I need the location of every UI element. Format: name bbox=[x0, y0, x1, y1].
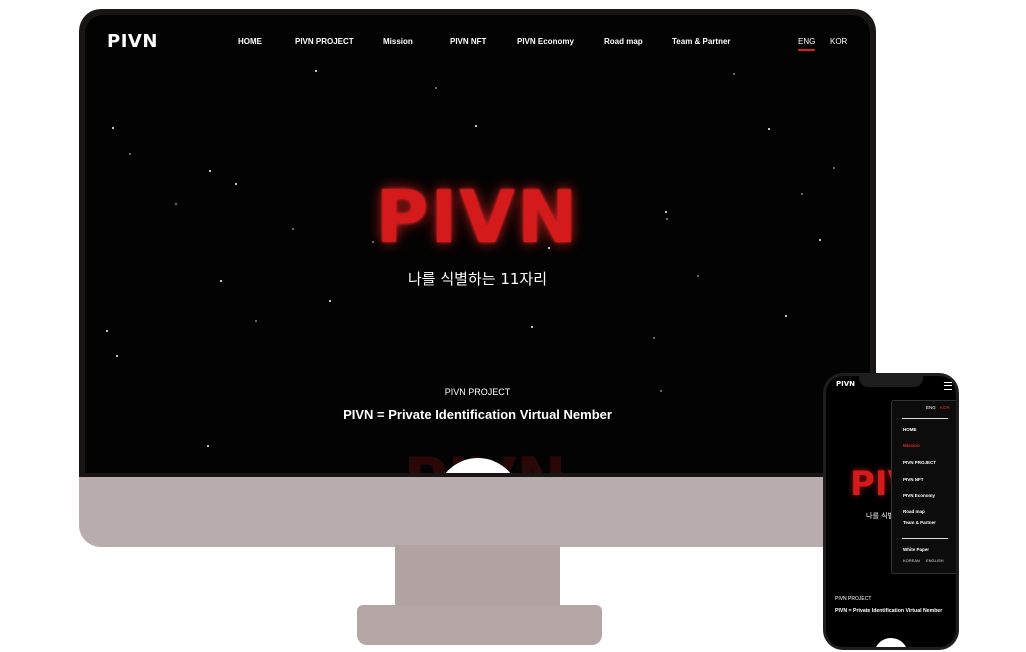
nav-item-team-partner[interactable]: Team & Partner bbox=[672, 37, 731, 46]
star bbox=[475, 125, 477, 127]
nav-item-pivn-project[interactable]: PIVN PROJECT bbox=[295, 37, 354, 46]
mobile-lang-eng[interactable]: ENG bbox=[926, 405, 936, 410]
star bbox=[315, 70, 317, 72]
star bbox=[733, 73, 735, 75]
desktop-monitor: PIVN HOME PIVN PROJECT Mission PIVN NFT … bbox=[79, 9, 876, 547]
mobile-menu-item-mission[interactable]: Mission bbox=[903, 443, 920, 448]
nav-item-home[interactable]: HOME bbox=[238, 37, 262, 46]
white-paper-label: White Paper bbox=[903, 547, 930, 552]
lang-eng[interactable]: ENG bbox=[798, 37, 816, 51]
star bbox=[531, 326, 533, 328]
mobile-menu-item-home[interactable]: HOME bbox=[903, 427, 917, 432]
star bbox=[785, 315, 787, 317]
menu-divider bbox=[902, 538, 948, 539]
hero-subtitle: 나를 식별하는 11자리 bbox=[407, 270, 548, 288]
nav-item-mission[interactable]: Mission bbox=[383, 37, 413, 46]
star bbox=[129, 153, 131, 155]
star bbox=[207, 445, 209, 447]
project-section-title: PIVN = Private Identification Virtual Ne… bbox=[343, 407, 612, 422]
mobile-phone: PIVN PIVN 나를 식별하는 11자리 ENG KOR HOME Miss… bbox=[823, 373, 959, 650]
monitor-bezel: PIVN HOME PIVN PROJECT Mission PIVN NFT … bbox=[79, 9, 876, 477]
mobile-project-title: PIVN = Private Identification Virtual Ne… bbox=[835, 608, 943, 614]
mobile-menu-item-pivn-economy[interactable]: PIVN Economy bbox=[903, 493, 935, 498]
star bbox=[329, 300, 331, 302]
mobile-menu-item-pivn-nft[interactable]: PIVN NFT bbox=[903, 477, 924, 482]
brand-logo[interactable]: PIVN bbox=[107, 31, 158, 52]
mobile-scroll-circle bbox=[874, 638, 908, 647]
monitor-stand bbox=[395, 545, 560, 610]
mobile-menu-panel: ENG KOR HOME Mission PIVN PROJECT PIVN N… bbox=[891, 400, 956, 574]
menu-divider bbox=[902, 418, 948, 419]
star bbox=[435, 87, 437, 89]
monitor-stand-base bbox=[357, 605, 602, 645]
nav-item-road-map[interactable]: Road map bbox=[604, 37, 643, 46]
star bbox=[106, 330, 108, 332]
star bbox=[209, 170, 211, 172]
nav-item-pivn-nft[interactable]: PIVN NFT bbox=[450, 37, 486, 46]
monitor-chin bbox=[79, 477, 876, 547]
white-paper-english-link[interactable]: ENGLISH bbox=[926, 558, 944, 563]
mobile-brand-logo[interactable]: PIVN bbox=[836, 380, 855, 388]
mobile-menu-item-team-partner[interactable]: Team & Partner bbox=[903, 520, 936, 525]
star bbox=[833, 167, 835, 169]
star bbox=[116, 355, 118, 357]
nav-item-pivn-economy[interactable]: PIVN Economy bbox=[517, 37, 574, 46]
lang-kor[interactable]: KOR bbox=[830, 37, 847, 46]
star bbox=[255, 320, 257, 322]
hamburger-menu-icon[interactable] bbox=[944, 382, 952, 390]
mobile-lang-kor[interactable]: KOR bbox=[940, 405, 950, 410]
star bbox=[768, 128, 770, 130]
phone-notch bbox=[859, 376, 923, 387]
mobile-menu-item-pivn-project[interactable]: PIVN PROJECT bbox=[903, 460, 936, 465]
star bbox=[653, 337, 655, 339]
top-navigation: PIVN HOME PIVN PROJECT Mission PIVN NFT … bbox=[85, 29, 870, 59]
mobile-project-label: PIVN PROJECT bbox=[835, 596, 872, 602]
hero-logo: PIVN bbox=[375, 175, 580, 259]
desktop-screen: PIVN HOME PIVN PROJECT Mission PIVN NFT … bbox=[85, 15, 870, 473]
star bbox=[112, 127, 114, 129]
project-section-label: PIVN PROJECT bbox=[444, 387, 511, 397]
mobile-menu-item-road-map[interactable]: Road map bbox=[903, 509, 925, 514]
mobile-screen: PIVN PIVN 나를 식별하는 11자리 ENG KOR HOME Miss… bbox=[826, 376, 956, 647]
white-paper-korean-link[interactable]: KOREAN bbox=[903, 558, 920, 563]
